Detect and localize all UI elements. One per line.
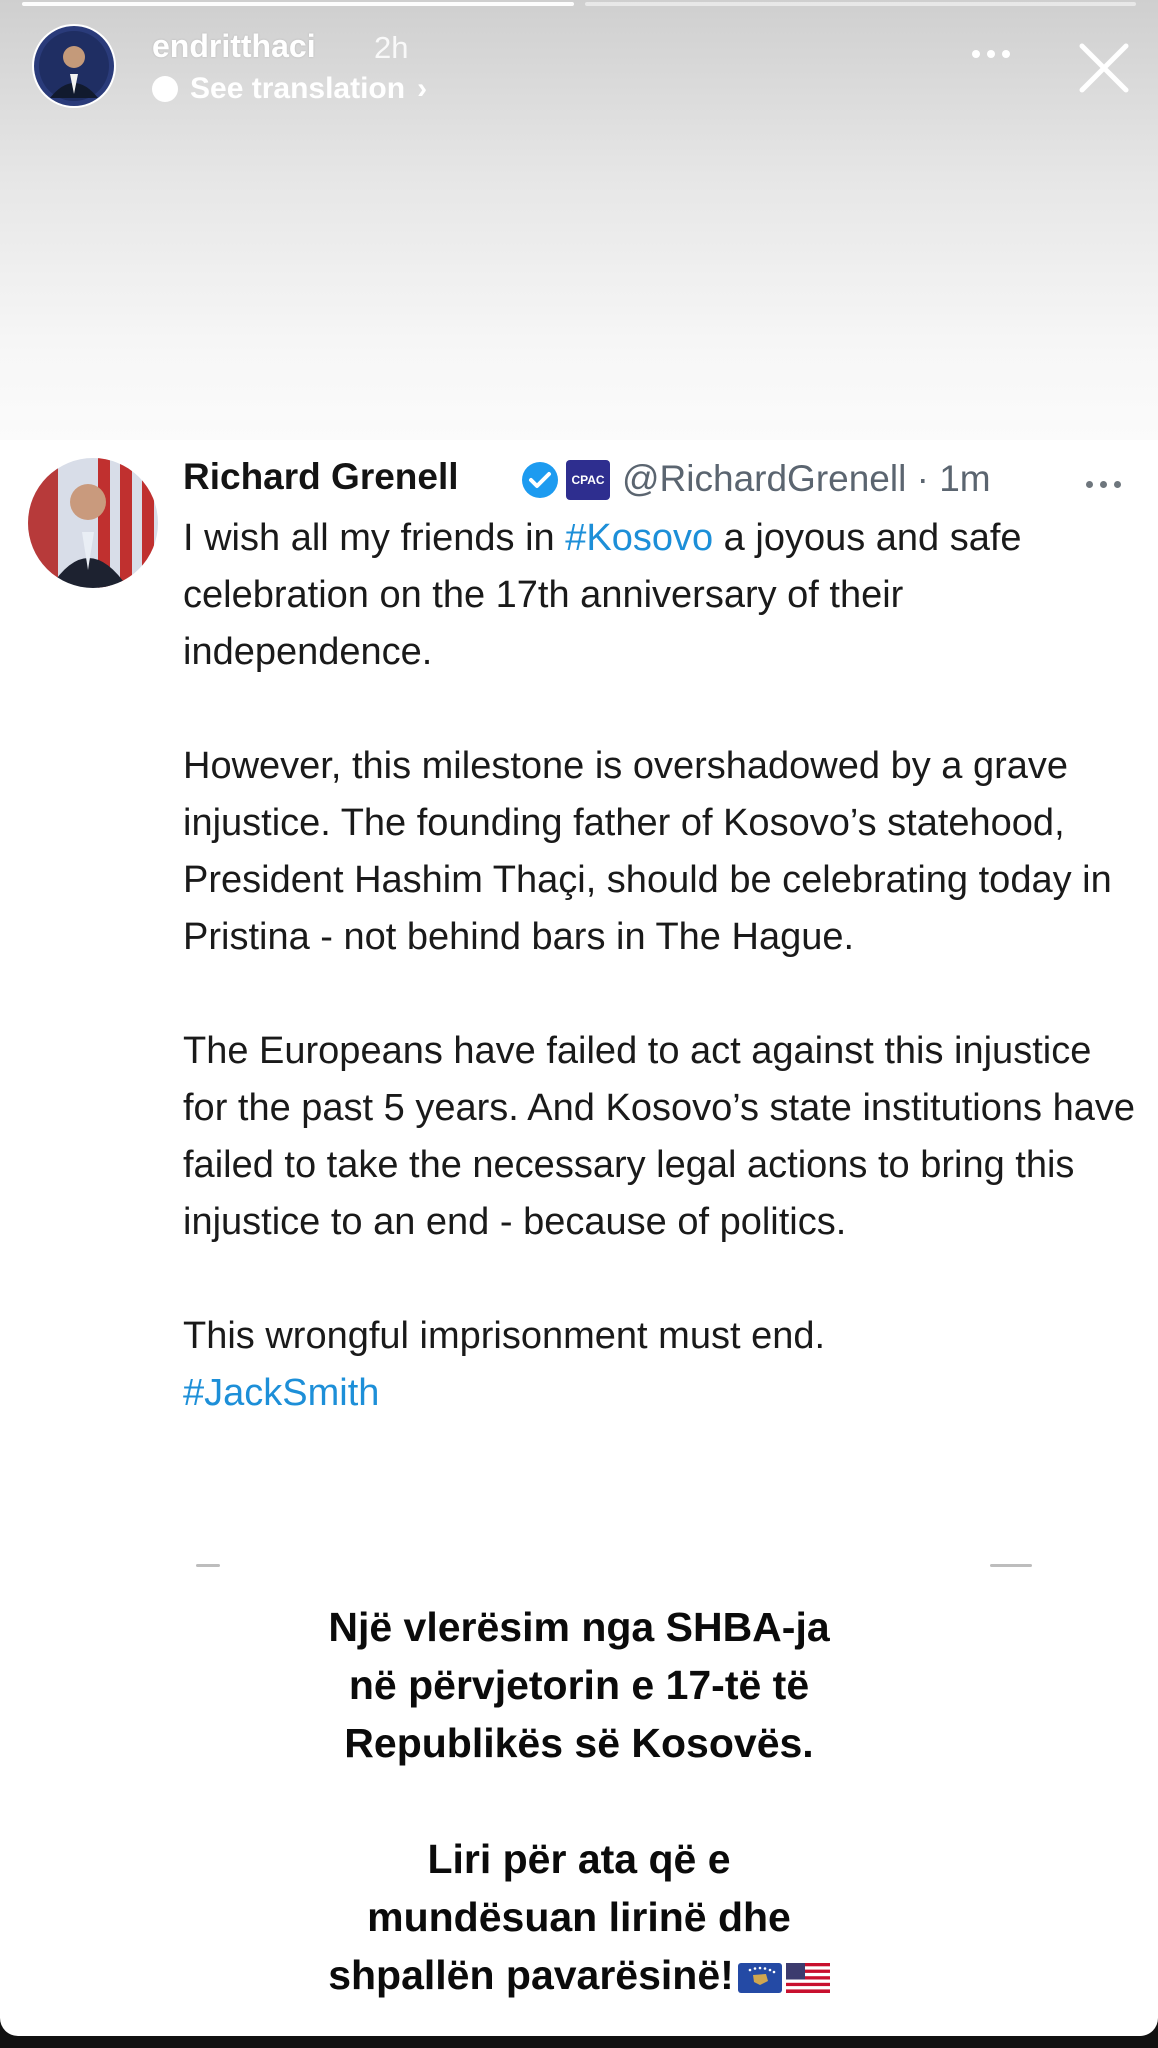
tweet-text: I wish all my friends in #Kosovo a joyou… [183, 510, 1138, 1422]
tweet-handle-time: @RichardGrenell · 1m [622, 458, 991, 499]
tweet-paragraph-3: The Europeans have failed to act against… [183, 1030, 1135, 1243]
tweet-more-icon[interactable] [1086, 478, 1130, 490]
affiliation-badge-icon: CPAC [566, 460, 610, 500]
caption-line-2: në përvjetorin e 17-të të [334, 1656, 824, 1714]
tweet-author-avatar [28, 458, 158, 588]
cropped-divider [196, 1564, 220, 1567]
caption-line-5: mundësuan lirinë dhe [353, 1888, 805, 1946]
tweet-paragraph-4: This wrongful imprisonment must end. #Jac… [183, 1315, 826, 1414]
caption-block-1: Një vlerësim nga SHBA-ja në përvjetorin … [0, 1598, 1158, 1772]
chevron-right-icon: › [417, 72, 428, 105]
progress-bar-segment-1 [22, 2, 574, 6]
tweet-card: Richard Grenell CPAC @RichardGrenell · 1… [0, 440, 1158, 1580]
usa-flag-icon [785, 1963, 830, 1994]
kosovo-flag-icon [737, 1963, 782, 1994]
tweet-paragraph-1: I wish all my friends in #Kosovo a joyou… [183, 517, 1022, 673]
tweet-author-name[interactable]: Richard Grenell [183, 456, 459, 498]
author-photo [28, 458, 158, 588]
see-translation-link[interactable]: See translation › [152, 72, 427, 106]
verified-badge-icon [522, 462, 558, 498]
story-username[interactable]: endritthaci [152, 28, 316, 65]
cropped-divider [990, 1564, 1032, 1567]
story-caption: Një vlerësim nga SHBA-ja në përvjetorin … [0, 1580, 1158, 2036]
story-header-area: endritthaci 2h See translation › [0, 0, 1158, 440]
progress-bar-segment-2 [585, 2, 1136, 6]
caption-line-4: Liri për ata që e [413, 1830, 745, 1888]
hashtag-jacksmith-link[interactable]: #JackSmith [183, 1372, 379, 1414]
see-translation-label: See translation [190, 72, 406, 105]
hashtag-kosovo-link[interactable]: #Kosovo [565, 517, 713, 559]
story-frame: endritthaci 2h See translation › Richard… [0, 0, 1158, 2036]
story-timestamp: 2h [374, 30, 409, 65]
close-icon[interactable] [1076, 40, 1132, 96]
caption-block-2: Liri për ata që e mundësuan lirinë dhe s… [0, 1830, 1158, 2004]
tweet-paragraph-2: However, this milestone is overshadowed … [183, 745, 1112, 958]
more-options-icon[interactable] [972, 42, 1016, 66]
translate-dot-icon [152, 76, 178, 102]
story-avatar[interactable] [32, 24, 116, 108]
caption-line-1: Një vlerësim nga SHBA-ja [314, 1598, 844, 1656]
avatar-image [34, 26, 114, 106]
caption-line-6: shpallën pavarësinë! [314, 1946, 844, 2004]
caption-line-3: Republikës së Kosovës. [330, 1714, 828, 1772]
